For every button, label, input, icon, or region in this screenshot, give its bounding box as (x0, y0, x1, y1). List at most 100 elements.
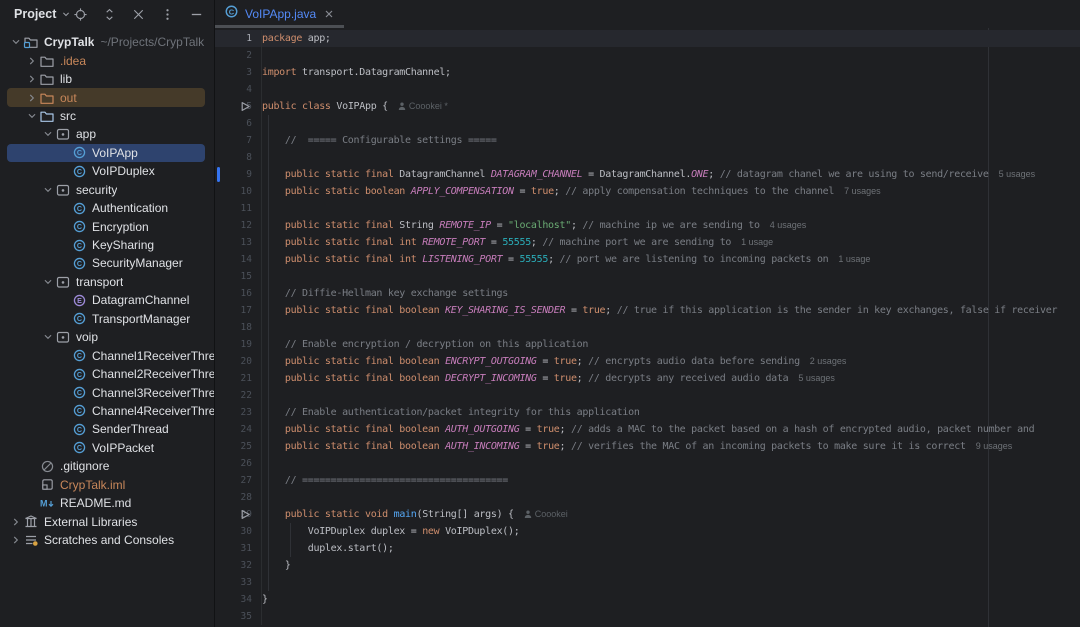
chevron-down-icon[interactable] (24, 108, 39, 124)
chevron-right-icon[interactable] (8, 514, 23, 530)
tree-item-readme-md[interactable]: MREADME.md (0, 494, 214, 512)
code-line-19[interactable]: 19 // Enable encryption / decryption on … (215, 336, 1080, 353)
tree-item-cryptalk-iml[interactable]: CrypTalk.iml (0, 476, 214, 494)
more-options-icon[interactable] (159, 6, 175, 22)
code-line-25[interactable]: 25 public static final boolean AUTH_INCO… (215, 438, 1080, 455)
gutter-line-19[interactable]: 19 (215, 336, 262, 353)
tree-item-src[interactable]: src (0, 107, 214, 125)
code-line-22[interactable]: 22 (215, 387, 1080, 404)
code-text[interactable] (262, 455, 1080, 472)
locate-icon[interactable] (72, 6, 88, 22)
gutter-line-29[interactable]: 29 (215, 506, 262, 523)
code-text[interactable]: public static final String REMOTE_IP = "… (262, 217, 1080, 234)
gutter-line-28[interactable]: 28 (215, 489, 262, 506)
code-line-5[interactable]: 5public class VoIPApp {Coookei * (215, 98, 1080, 115)
code-text[interactable]: package app; (262, 30, 1080, 47)
code-line-26[interactable]: 26 (215, 455, 1080, 472)
gutter-line-33[interactable]: 33 (215, 574, 262, 591)
usages-inlay-hint[interactable]: 2 usages (810, 356, 847, 366)
tree-item-voipapp[interactable]: CVoIPApp (0, 144, 214, 162)
code-line-28[interactable]: 28 (215, 489, 1080, 506)
code-line-18[interactable]: 18 (215, 319, 1080, 336)
gutter-line-20[interactable]: 20 (215, 353, 262, 370)
usages-inlay-hint[interactable]: 1 usage (741, 237, 773, 247)
code-text[interactable]: public static final boolean ENCRYPT_OUTG… (262, 353, 1080, 370)
author-inlay-hint[interactable]: Coookei (524, 509, 568, 519)
code-line-7[interactable]: 7 // ===== Configurable settings ===== (215, 132, 1080, 149)
code-text[interactable]: public static final int LISTENING_PORT =… (262, 251, 1080, 268)
close-icon[interactable] (324, 9, 334, 19)
tree-item-keysharing[interactable]: CKeySharing (0, 236, 214, 254)
code-text[interactable]: // Enable encryption / decryption on thi… (262, 336, 1080, 353)
tree-item-channel1receiverthread[interactable]: CChannel1ReceiverThread (0, 346, 214, 364)
code-text[interactable]: public static final DatagramChannel DATA… (262, 166, 1080, 183)
gutter-line-13[interactable]: 13 (215, 234, 262, 251)
code-line-31[interactable]: 31 duplex.start(); (215, 540, 1080, 557)
tree-item-securitymanager[interactable]: CSecurityManager (0, 254, 214, 272)
chevron-right-icon[interactable] (24, 90, 39, 106)
gutter-line-18[interactable]: 18 (215, 319, 262, 336)
chevron-right-icon[interactable] (24, 71, 39, 87)
tree-item--gitignore[interactable]: .gitignore (0, 457, 214, 475)
code-text[interactable]: public static final int REMOTE_PORT = 55… (262, 234, 1080, 251)
code-line-16[interactable]: 16 // Diffie-Hellman key exchange settin… (215, 285, 1080, 302)
code-text[interactable] (262, 149, 1080, 166)
gutter-line-4[interactable]: 4 (215, 81, 262, 98)
tab-voipapp-java[interactable]: C VoIPApp.java (215, 0, 344, 28)
gutter-line-22[interactable]: 22 (215, 387, 262, 404)
tree-item-channel3receiverthread[interactable]: CChannel3ReceiverThread (0, 383, 214, 401)
tree-item-channel4receiverthread[interactable]: CChannel4ReceiverThread (0, 402, 214, 420)
code-text[interactable] (262, 319, 1080, 336)
hide-panel-icon[interactable] (188, 6, 204, 22)
usages-inlay-hint[interactable]: 9 usages (976, 441, 1013, 451)
code-line-3[interactable]: 3import transport.DatagramChannel; (215, 64, 1080, 81)
gutter-line-15[interactable]: 15 (215, 268, 262, 285)
code-text[interactable]: // ==================================== (262, 472, 1080, 489)
usages-inlay-hint[interactable]: 7 usages (844, 186, 881, 196)
code-line-27[interactable]: 27 // ==================================… (215, 472, 1080, 489)
code-text[interactable] (262, 574, 1080, 591)
usages-inlay-hint[interactable]: 4 usages (770, 220, 807, 230)
chevron-right-icon[interactable] (24, 53, 39, 69)
gutter-line-3[interactable]: 3 (215, 64, 262, 81)
code-line-2[interactable]: 2 (215, 47, 1080, 64)
gutter-line-1[interactable]: 1 (215, 30, 262, 47)
gutter-line-17[interactable]: 17 (215, 302, 262, 319)
code-line-11[interactable]: 11 (215, 200, 1080, 217)
tree-item-out[interactable]: out (0, 88, 214, 106)
code-line-14[interactable]: 14 public static final int LISTENING_POR… (215, 251, 1080, 268)
tree-item-voip[interactable]: voip (0, 328, 214, 346)
tree-item-cryptalk[interactable]: CrypTalk~/Projects/CrypTalk (0, 33, 214, 51)
usages-inlay-hint[interactable]: 5 usages (999, 169, 1036, 179)
code-text[interactable]: // ===== Configurable settings ===== (262, 132, 1080, 149)
gutter-line-14[interactable]: 14 (215, 251, 262, 268)
collapse-all-icon[interactable] (130, 6, 146, 22)
tree-item-voippacket[interactable]: CVoIPPacket (0, 439, 214, 457)
code-text[interactable]: public static final boolean AUTH_INCOMIN… (262, 438, 1080, 455)
tree-item-encryption[interactable]: CEncryption (0, 217, 214, 235)
code-line-34[interactable]: 34} (215, 591, 1080, 608)
code-text[interactable]: public static final boolean KEY_SHARING_… (262, 302, 1080, 319)
tree-item-app[interactable]: app (0, 125, 214, 143)
gutter-line-24[interactable]: 24 (215, 421, 262, 438)
code-line-12[interactable]: 12 public static final String REMOTE_IP … (215, 217, 1080, 234)
chevron-right-icon[interactable] (8, 532, 23, 548)
code-line-20[interactable]: 20 public static final boolean ENCRYPT_O… (215, 353, 1080, 370)
usages-inlay-hint[interactable]: 5 usages (798, 373, 835, 383)
code-line-8[interactable]: 8 (215, 149, 1080, 166)
gutter-line-21[interactable]: 21 (215, 370, 262, 387)
gutter-line-16[interactable]: 16 (215, 285, 262, 302)
code-text[interactable] (262, 489, 1080, 506)
tree-item-voipduplex[interactable]: CVoIPDuplex (0, 162, 214, 180)
author-inlay-hint[interactable]: Coookei * (398, 101, 448, 111)
code-line-9[interactable]: 9 public static final DatagramChannel DA… (215, 166, 1080, 183)
gutter-line-31[interactable]: 31 (215, 540, 262, 557)
tree-item-authentication[interactable]: CAuthentication (0, 199, 214, 217)
gutter-line-27[interactable]: 27 (215, 472, 262, 489)
code-text[interactable] (262, 268, 1080, 285)
code-text[interactable]: public static boolean APPLY_COMPENSATION… (262, 183, 1080, 200)
code-text[interactable]: public class VoIPApp {Coookei * (262, 98, 1080, 115)
gutter-line-8[interactable]: 8 (215, 149, 262, 166)
chevron-down-icon[interactable] (40, 329, 55, 345)
tree-item-scratches-and-consoles[interactable]: Scratches and Consoles (0, 531, 214, 549)
